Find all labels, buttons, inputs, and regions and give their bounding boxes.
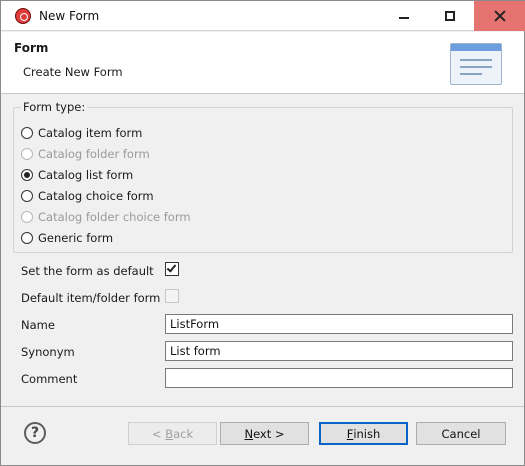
- question-mark-icon: ?: [30, 425, 40, 441]
- comment-label: Comment: [21, 372, 78, 386]
- radio-label: Catalog folder form: [38, 146, 150, 161]
- cancel-label: Cancel: [441, 426, 481, 441]
- next-button[interactable]: Next >: [220, 422, 309, 445]
- minimize-icon: [399, 17, 409, 19]
- radio-label: Catalog choice form: [38, 188, 154, 203]
- page-subtitle: Create New Form: [23, 65, 123, 79]
- radio-catalog-choice-form[interactable]: Catalog choice form: [21, 187, 154, 204]
- radio-label: Catalog list form: [38, 167, 134, 182]
- synonym-label: Synonym: [21, 345, 75, 359]
- default-item-checkbox: [165, 289, 179, 303]
- button-bar-separator: [1, 406, 524, 407]
- radio-button: [21, 147, 33, 160]
- radio-button[interactable]: [21, 231, 33, 244]
- minimize-button[interactable]: [381, 1, 427, 31]
- set-default-checkbox[interactable]: [165, 262, 179, 276]
- back-rest: ack: [173, 426, 194, 441]
- radio-button: [21, 210, 33, 223]
- page-title: Form: [14, 41, 49, 55]
- radio-button[interactable]: [21, 189, 33, 202]
- radio-label: Catalog item form: [38, 125, 143, 140]
- finish-rest: inish: [353, 426, 381, 441]
- close-icon: [494, 10, 506, 22]
- radio-generic-form[interactable]: Generic form: [21, 229, 113, 246]
- name-label: Name: [21, 318, 55, 332]
- window-title: New Form: [39, 9, 100, 23]
- radio-catalog-list-form[interactable]: Catalog list form: [21, 166, 133, 183]
- name-field[interactable]: [165, 314, 513, 334]
- back-button: < Back: [128, 422, 217, 445]
- set-default-label: Set the form as default: [21, 264, 154, 278]
- radio-catalog-folder-form: Catalog folder form: [21, 145, 150, 162]
- radio-label: Generic form: [38, 230, 114, 245]
- radio-button[interactable]: [21, 168, 33, 181]
- radio-button[interactable]: [21, 126, 33, 139]
- help-button[interactable]: ?: [24, 422, 46, 444]
- maximize-icon: [445, 11, 455, 21]
- title-bar[interactable]: New Form: [1, 1, 525, 31]
- wizard-header: Form Create New Form: [1, 32, 524, 94]
- next-mnemonic: N: [244, 426, 254, 441]
- radio-catalog-item-form[interactable]: Catalog item form: [21, 124, 142, 141]
- synonym-field[interactable]: [165, 341, 513, 361]
- new-form-dialog: New Form Form Create New Form Form type:…: [0, 0, 525, 466]
- back-prefix: <: [151, 426, 166, 441]
- form-type-legend: Form type:: [21, 100, 88, 114]
- cancel-button[interactable]: Cancel: [416, 422, 506, 445]
- next-rest: ext >: [253, 426, 285, 441]
- radio-catalog-folder-choice-form: Catalog folder choice form: [21, 208, 191, 225]
- maximize-button[interactable]: [427, 1, 473, 31]
- finish-mnemonic: F: [346, 426, 354, 441]
- default-item-label: Default item/folder form: [21, 291, 161, 305]
- app-logo-icon: [15, 8, 31, 24]
- finish-button[interactable]: Finish: [319, 422, 408, 445]
- comment-field[interactable]: [165, 368, 513, 388]
- form-page-icon: [450, 43, 502, 85]
- close-button[interactable]: [474, 1, 525, 31]
- radio-label: Catalog folder choice form: [38, 209, 191, 224]
- back-mnemonic: B: [165, 426, 174, 441]
- check-icon: [166, 262, 177, 273]
